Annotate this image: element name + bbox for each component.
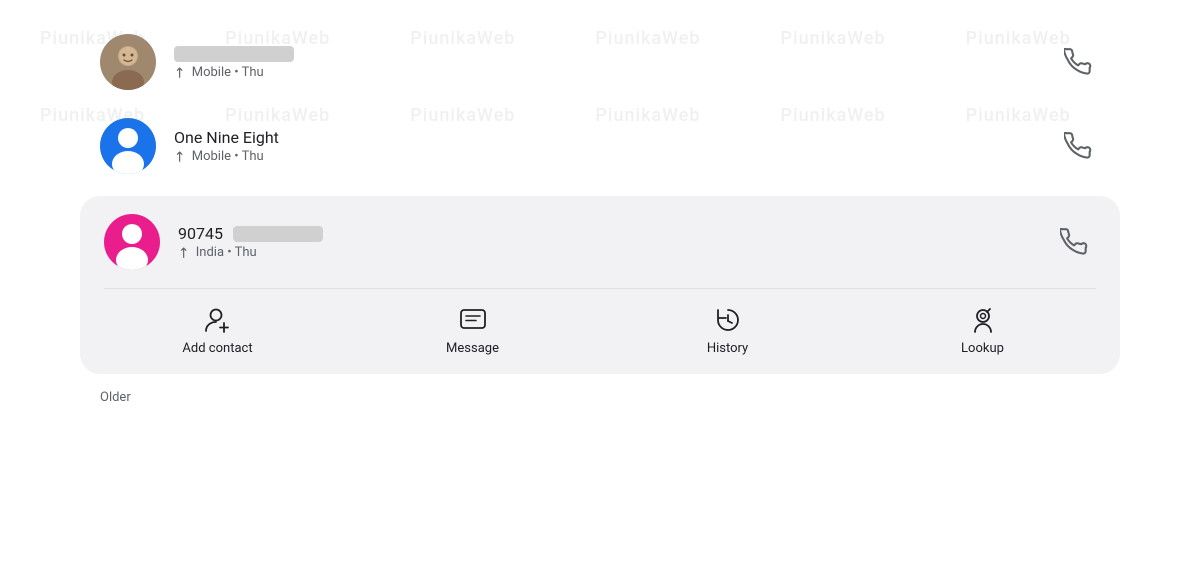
call-item-1[interactable]: ↗ Mobile • Thu — [80, 20, 1120, 104]
avatar-3 — [104, 214, 160, 270]
call-meta-3: ↗ India • Thu — [178, 245, 1052, 261]
call-info-3: 90745 ↗ India • Thu — [178, 224, 1052, 261]
call-item-2[interactable]: One Nine Eight ↗ Mobile • Thu — [80, 104, 1120, 188]
call-name-3: 90745 — [178, 224, 1052, 243]
message-icon — [458, 305, 488, 335]
history-button[interactable]: History — [688, 305, 768, 356]
call-type-3: India • Thu — [196, 245, 257, 260]
phone-button-3[interactable] — [1052, 220, 1096, 264]
phone-icon-3 — [1060, 228, 1088, 256]
history-icon — [713, 305, 743, 335]
blurred-number-3 — [233, 226, 323, 242]
lookup-label: Lookup — [961, 341, 1004, 356]
action-row: Add contact Message History — [80, 289, 1120, 374]
outgoing-arrow-2: ↗ — [170, 147, 190, 167]
avatar-icon-3 — [104, 214, 160, 270]
phone-button-1[interactable] — [1056, 40, 1100, 84]
call-item-3[interactable]: 90745 ↗ India • Thu — [80, 196, 1120, 374]
older-label: Older — [80, 382, 1120, 409]
call-list: ↗ Mobile • Thu One Nine Eight ↗ Mobile •… — [0, 0, 1200, 429]
avatar-icon-2 — [100, 118, 156, 174]
message-button[interactable]: Message — [433, 305, 513, 356]
message-label: Message — [446, 341, 499, 356]
outgoing-arrow-3: ↗ — [174, 243, 194, 263]
avatar-1 — [100, 34, 156, 90]
lookup-icon — [968, 305, 998, 335]
add-contact-label: Add contact — [182, 341, 252, 356]
call-name-2: One Nine Eight — [174, 128, 1056, 147]
add-contact-button[interactable]: Add contact — [178, 305, 258, 356]
history-label: History — [707, 341, 748, 356]
call-info-1: ↗ Mobile • Thu — [174, 44, 1056, 81]
call-info-2: One Nine Eight ↗ Mobile • Thu — [174, 128, 1056, 165]
blurred-name-1 — [174, 46, 294, 62]
phone-icon-2 — [1064, 132, 1092, 160]
call-type-1: Mobile • Thu — [192, 65, 264, 80]
avatar-2 — [100, 118, 156, 174]
call-name-1 — [174, 44, 1056, 63]
call-item-main-3: 90745 ↗ India • Thu — [80, 196, 1120, 288]
call-meta-2: ↗ Mobile • Thu — [174, 149, 1056, 165]
outgoing-arrow-1: ↗ — [170, 63, 190, 83]
lookup-button[interactable]: Lookup — [943, 305, 1023, 356]
add-contact-icon — [203, 305, 233, 335]
phone-button-2[interactable] — [1056, 124, 1100, 168]
call-type-2: Mobile • Thu — [192, 149, 264, 164]
phone-icon-1 — [1064, 48, 1092, 76]
call-number-3: 90745 — [178, 224, 223, 243]
call-meta-1: ↗ Mobile • Thu — [174, 65, 1056, 81]
